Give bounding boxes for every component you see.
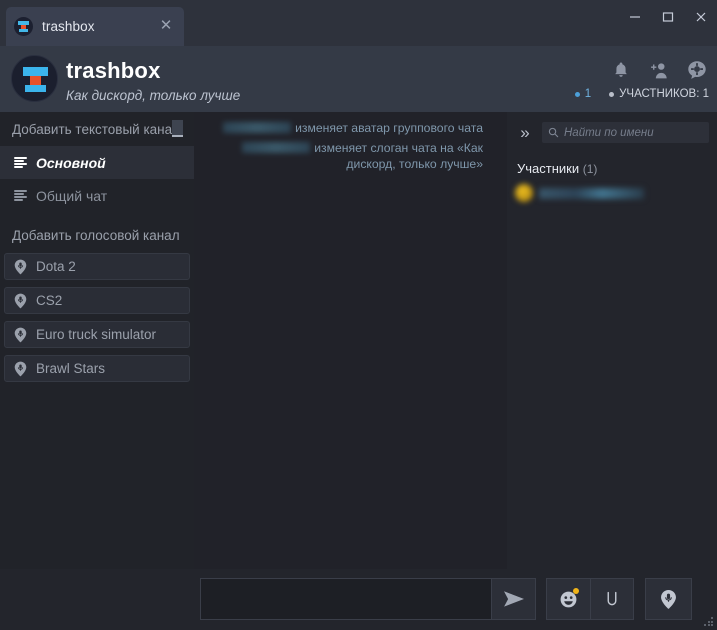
search-icon <box>548 127 559 138</box>
members-panel: » Найти по имени Участники (1) <box>507 112 717 569</box>
text-channel-icon <box>14 190 27 201</box>
sidebar: Добавить текстовый канал Основной Общий … <box>0 112 194 630</box>
channel-label: CS2 <box>36 293 63 308</box>
add-voice-channel-button[interactable]: Добавить голосовой канал <box>0 212 194 253</box>
settings-gear-icon[interactable] <box>685 58 709 82</box>
online-count: 1 <box>574 88 592 100</box>
window-tab-trashbox[interactable]: trashbox ✕ <box>6 7 184 46</box>
send-paper-plane-icon <box>503 591 524 607</box>
send-button[interactable] <box>491 579 535 619</box>
add-voice-channel-label: Добавить голосовой канал <box>12 228 180 243</box>
trashbox-logo-icon <box>14 17 33 36</box>
title-bar: trashbox ✕ <box>0 0 717 46</box>
members-title: Участники <box>517 161 580 176</box>
members-list-header: Участники (1) <box>507 143 717 176</box>
member-name-redacted <box>539 187 644 199</box>
tab-close-icon[interactable]: ✕ <box>158 18 174 34</box>
search-input[interactable]: Найти по имени <box>542 122 709 143</box>
sidebar-item-cs2[interactable]: CS2 <box>4 287 190 314</box>
voice-record-icon <box>661 589 676 609</box>
close-icon[interactable] <box>684 0 717 34</box>
tab-label: trashbox <box>42 19 95 34</box>
online-count-value: 1 <box>584 88 592 100</box>
sidebar-item-obshchiy-chat[interactable]: Общий чат <box>0 179 194 212</box>
header-status-group: 1 УЧАСТНИКОВ: 1 <box>574 88 709 100</box>
message-list[interactable]: изменяет аватар группового чата изменяет… <box>194 112 507 569</box>
sidebar-item-brawl-stars[interactable]: Brawl Stars <box>4 355 190 382</box>
emoji-button[interactable] <box>547 579 590 619</box>
message-author-redacted <box>242 142 311 154</box>
channel-label: Euro truck simulator <box>36 327 157 342</box>
members-panel-toolbar: » Найти по имени <box>507 112 717 143</box>
voice-channel-icon <box>14 293 27 308</box>
bell-icon[interactable] <box>609 58 633 82</box>
message-author-redacted <box>223 122 292 134</box>
voice-channel-icon <box>14 361 27 376</box>
paperclip-icon <box>607 591 617 606</box>
page-title: trashbox <box>66 58 161 83</box>
window-controls <box>618 0 717 34</box>
app-window: trashbox ✕ trashbox Как дискорд, только … <box>0 0 717 630</box>
add-person-icon[interactable] <box>647 58 671 82</box>
add-text-channel-button[interactable]: Добавить текстовый канал <box>0 112 194 146</box>
channel-label: Основной <box>36 154 106 171</box>
channel-label: Общий чат <box>36 187 108 204</box>
message-text: изменяет слоган чата на «Как дискорд, то… <box>314 141 483 171</box>
app-header: trashbox Как дискорд, только лучше 1 УЧА… <box>0 46 717 112</box>
list-item[interactable] <box>515 182 717 204</box>
message-input[interactable] <box>201 579 491 619</box>
text-cursor-icon <box>172 120 183 137</box>
online-dot-icon <box>574 91 580 97</box>
channel-label: Dota 2 <box>36 259 76 274</box>
voice-channel-icon <box>14 327 27 342</box>
resize-grip-icon[interactable] <box>704 617 713 626</box>
composer-button-group <box>546 578 634 620</box>
minimize-icon[interactable] <box>618 0 651 34</box>
sidebar-item-dota-2[interactable]: Dota 2 <box>4 253 190 280</box>
emoji-badge-dot-icon <box>572 588 579 594</box>
maximize-icon[interactable] <box>651 0 684 34</box>
sidebar-item-euro-truck-simulator[interactable]: Euro truck simulator <box>4 321 190 348</box>
channel-label: Brawl Stars <box>36 361 106 376</box>
page-subtitle: Как дискорд, только лучше <box>66 88 241 103</box>
members-dot-icon <box>609 91 615 97</box>
sidebar-item-osnovnoy[interactable]: Основной <box>0 146 194 179</box>
voice-record-button[interactable] <box>645 578 692 620</box>
avatar[interactable] <box>11 55 58 102</box>
search-placeholder: Найти по имени <box>564 126 654 139</box>
double-chevron-right-icon[interactable]: » <box>515 124 535 141</box>
list-item: изменяет слоган чата на «Как дискорд, то… <box>204 140 483 172</box>
header-icon-group <box>609 58 709 82</box>
members-count-value: УЧАСТНИКОВ: 1 <box>619 88 709 100</box>
attach-button[interactable] <box>589 579 634 619</box>
add-text-channel-label: Добавить текстовый канал <box>12 122 181 137</box>
voice-channel-icon <box>14 259 27 274</box>
text-channel-icon <box>14 157 27 168</box>
avatar <box>515 184 533 202</box>
message-text: изменяет аватар группового чата <box>295 121 483 135</box>
message-input-wrapper <box>200 578 536 620</box>
members-count-label: УЧАСТНИКОВ: 1 <box>609 88 709 100</box>
members-count: (1) <box>582 162 598 176</box>
list-item: изменяет аватар группового чата <box>204 120 483 136</box>
composer-bar <box>0 569 717 630</box>
